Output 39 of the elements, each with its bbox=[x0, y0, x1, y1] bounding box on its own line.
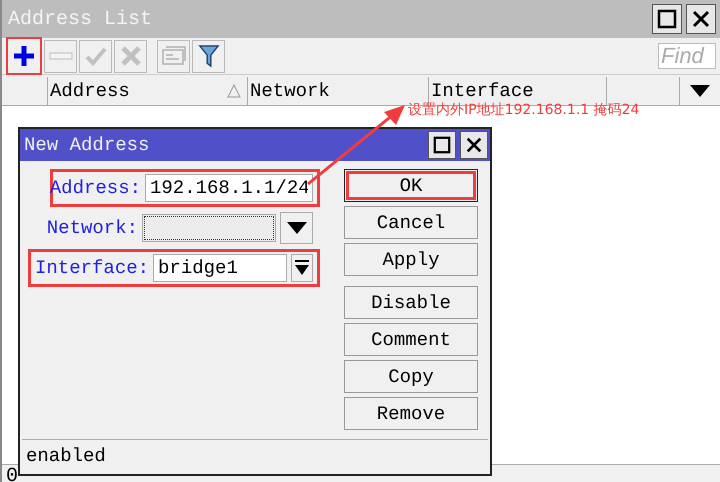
square-icon bbox=[433, 136, 451, 154]
minus-icon bbox=[48, 52, 72, 60]
status-text: enabled bbox=[26, 445, 106, 467]
dialog-button[interactable]: Copy bbox=[344, 360, 478, 393]
close-button[interactable] bbox=[686, 4, 716, 34]
maximize-button[interactable] bbox=[428, 131, 456, 159]
filter-button[interactable] bbox=[192, 40, 225, 72]
close-icon bbox=[691, 9, 711, 29]
item-count: 0 bbox=[6, 465, 18, 482]
caret-icon bbox=[286, 222, 306, 234]
field-label: Interface: bbox=[35, 257, 150, 279]
square-icon bbox=[657, 9, 677, 29]
interface-field[interactable]: bridge1 bbox=[153, 254, 288, 282]
field-label: Network: bbox=[46, 217, 138, 239]
dialog-button[interactable]: Comment bbox=[344, 323, 478, 356]
dialog-title: New Address bbox=[24, 134, 150, 156]
find-field[interactable]: Find bbox=[658, 43, 716, 69]
close-icon bbox=[465, 136, 483, 154]
column-title: Address bbox=[50, 80, 130, 102]
column-title: Network bbox=[250, 80, 330, 102]
network-field[interactable] bbox=[142, 214, 276, 242]
filter-icon bbox=[198, 44, 220, 68]
column-title: Interface bbox=[431, 80, 534, 102]
dialog-button[interactable]: Apply bbox=[344, 243, 478, 276]
down-to-bar-icon bbox=[294, 260, 310, 276]
dialog-button[interactable]: Cancel bbox=[344, 206, 478, 239]
caret-icon bbox=[690, 85, 710, 97]
plus-icon bbox=[12, 44, 36, 68]
dialog-button[interactable]: OK bbox=[344, 169, 478, 202]
dialog-button[interactable]: Disable bbox=[344, 286, 478, 319]
dropdown-button[interactable] bbox=[280, 212, 313, 244]
close-button[interactable] bbox=[460, 131, 488, 159]
maximize-button[interactable] bbox=[652, 4, 682, 34]
cross-icon bbox=[118, 44, 142, 68]
column-header[interactable]: Address bbox=[48, 77, 248, 105]
dropdown-button[interactable] bbox=[291, 254, 313, 282]
add-button[interactable] bbox=[6, 37, 42, 75]
note-icon bbox=[160, 45, 186, 67]
dialog-button[interactable]: Remove bbox=[344, 397, 478, 430]
